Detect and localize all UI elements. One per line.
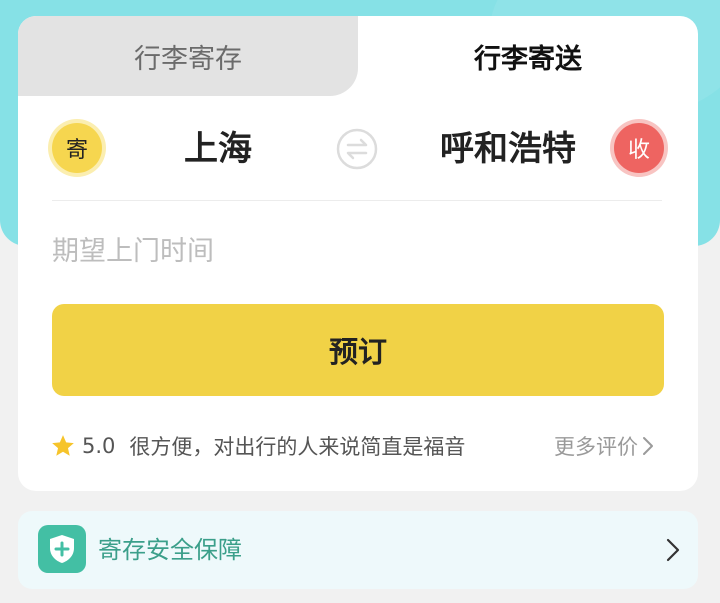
swap-arrows-icon[interactable] xyxy=(336,128,378,170)
receive-badge: 收 xyxy=(614,123,664,173)
review-text: 很方便，对出行的人来说简直是福音 xyxy=(129,435,466,459)
send-badge: 寄 xyxy=(52,123,102,173)
tab-luggage-delivery[interactable]: 行李寄送 xyxy=(358,16,698,96)
book-button[interactable]: 预订 xyxy=(52,304,664,396)
more-reviews-link[interactable]: 更多评价 xyxy=(554,428,654,464)
shield-plus-icon xyxy=(38,525,86,573)
tab-luggage-storage[interactable]: 行李寄存 xyxy=(18,16,358,96)
divider xyxy=(52,200,662,201)
destination-city[interactable]: 呼和浩特 xyxy=(408,124,608,174)
safety-guarantee-banner[interactable]: 寄存安全保障 xyxy=(18,511,698,589)
pickup-time-field[interactable]: 期望上门时间 xyxy=(52,230,662,274)
star-icon xyxy=(52,435,74,456)
booking-card: 行李寄存 行李寄送 寄 上海 呼和浩特 收 期望上门时间 预订 5.0 很方便，… xyxy=(18,16,698,491)
tab-label: 行李寄送 xyxy=(474,43,582,75)
safety-label: 寄存安全保障 xyxy=(98,536,242,564)
chevron-right-icon xyxy=(643,437,653,455)
rating-value: 5.0 xyxy=(82,434,116,458)
tab-label: 行李寄存 xyxy=(134,43,242,75)
review-snippet: 5.0 很方便，对出行的人来说简直是福音 xyxy=(50,428,465,464)
origin-city[interactable]: 上海 xyxy=(148,124,288,174)
more-reviews-label: 更多评价 xyxy=(554,435,638,459)
chevron-right-icon xyxy=(666,538,680,562)
